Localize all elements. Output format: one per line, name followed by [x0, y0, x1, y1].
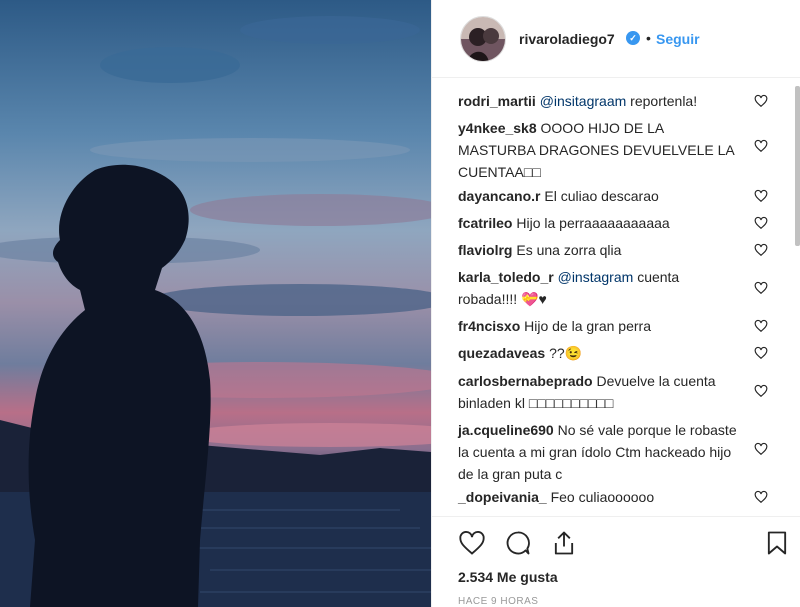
heart-outline-icon[interactable]	[754, 94, 768, 108]
comment-item: fr4ncisxo Hijo de la gran perra	[458, 315, 758, 337]
heart-outline-icon[interactable]	[754, 139, 768, 153]
comment-username[interactable]: rodri_martii	[458, 93, 536, 109]
comment-item: dayancano.r El culiao descarao	[458, 185, 758, 207]
comment-username[interactable]: fcatrileo	[458, 215, 512, 231]
comment-mention[interactable]: @instagram	[558, 269, 634, 285]
heart-outline-icon[interactable]	[754, 319, 768, 333]
heart-outline-icon[interactable]	[754, 442, 768, 456]
comment-item: rodri_martii @insitagraam reportenla!	[458, 90, 758, 112]
comment-username[interactable]: ja.cqueline690	[458, 422, 554, 438]
comment-text: Feo culiaoooooo	[550, 489, 655, 505]
comment-bubble-icon[interactable]	[504, 529, 532, 557]
comment-text: reportenla!	[630, 93, 698, 109]
username[interactable]: rivaroladiego7	[519, 31, 615, 47]
heart-outline-icon[interactable]	[754, 281, 768, 295]
comments-scrollbar[interactable]	[795, 86, 800, 246]
likes-count[interactable]: 2.534 Me gusta	[458, 569, 558, 585]
heart-outline-icon[interactable]	[754, 346, 768, 360]
comment-text: ??😉	[549, 345, 583, 361]
heart-outline-icon[interactable]	[754, 243, 768, 257]
heart-outline-icon[interactable]	[754, 216, 768, 230]
comment-item: flaviolrg Es una zorra qlia	[458, 239, 758, 261]
heart-outline-icon[interactable]	[754, 384, 768, 398]
comment-username[interactable]: carlosbernabeprado	[458, 373, 593, 389]
comment-item: carlosbernabeprado Devuelve la cuenta bi…	[458, 370, 728, 414]
avatar-image	[461, 17, 505, 61]
post-timestamp: HACE 9 HORAS	[458, 596, 539, 607]
comment-username[interactable]: quezadaveas	[458, 345, 545, 361]
heart-outline-icon[interactable]	[754, 490, 768, 504]
post-actions: 2.534 Me gusta HACE 9 HORAS	[432, 516, 800, 607]
heart-outline-icon[interactable]	[754, 189, 768, 203]
comment-username[interactable]: flaviolrg	[458, 242, 512, 258]
comment-item: ja.cqueline690 No sé vale porque le roba…	[458, 419, 743, 485]
comment-item: fcatrileo Hijo la perraaaaaaaaaaa	[458, 212, 758, 234]
comment-item: quezadaveas ??😉	[458, 342, 758, 364]
post-photo[interactable]	[0, 0, 431, 607]
verified-badge-icon: ✓	[626, 31, 640, 45]
comment-username[interactable]: dayancano.r	[458, 188, 540, 204]
comment-text: Hijo de la gran perra	[524, 318, 651, 334]
comment-list[interactable]: rodri_martii @insitagraam reportenla! y4…	[432, 86, 800, 516]
comment-text: Es una zorra qlia	[516, 242, 622, 258]
comment-item: _dopeivania_ Feo culiaoooooo	[458, 486, 758, 508]
comment-item: karla_toledo_r @instagram cuenta robada!…	[458, 266, 728, 310]
comment-username[interactable]: y4nkee_sk8	[458, 120, 537, 136]
bookmark-icon[interactable]	[763, 529, 791, 557]
heart-icon[interactable]	[458, 529, 486, 557]
silhouette-sunset-image	[0, 0, 431, 607]
comment-username[interactable]: fr4ncisxo	[458, 318, 520, 334]
share-icon[interactable]	[550, 529, 578, 557]
comment-item: y4nkee_sk8 OOOO HIJO DE LA MASTURBA DRAG…	[458, 117, 743, 183]
follow-button[interactable]: Seguir	[656, 31, 700, 47]
post-header: rivaroladiego7 ✓ • Seguir	[432, 0, 800, 78]
post-side-panel: rivaroladiego7 ✓ • Seguir rodri_martii @…	[431, 0, 800, 607]
comment-username[interactable]: _dopeivania_	[458, 489, 547, 505]
separator-dot: •	[646, 30, 651, 46]
avatar[interactable]	[460, 16, 506, 62]
comment-username[interactable]: karla_toledo_r	[458, 269, 554, 285]
comment-text: Hijo la perraaaaaaaaaaa	[516, 215, 670, 231]
instagram-post: rivaroladiego7 ✓ • Seguir rodri_martii @…	[0, 0, 800, 607]
comment-mention[interactable]: @insitagraam	[540, 93, 627, 109]
comment-text: El culiao descarao	[544, 188, 659, 204]
